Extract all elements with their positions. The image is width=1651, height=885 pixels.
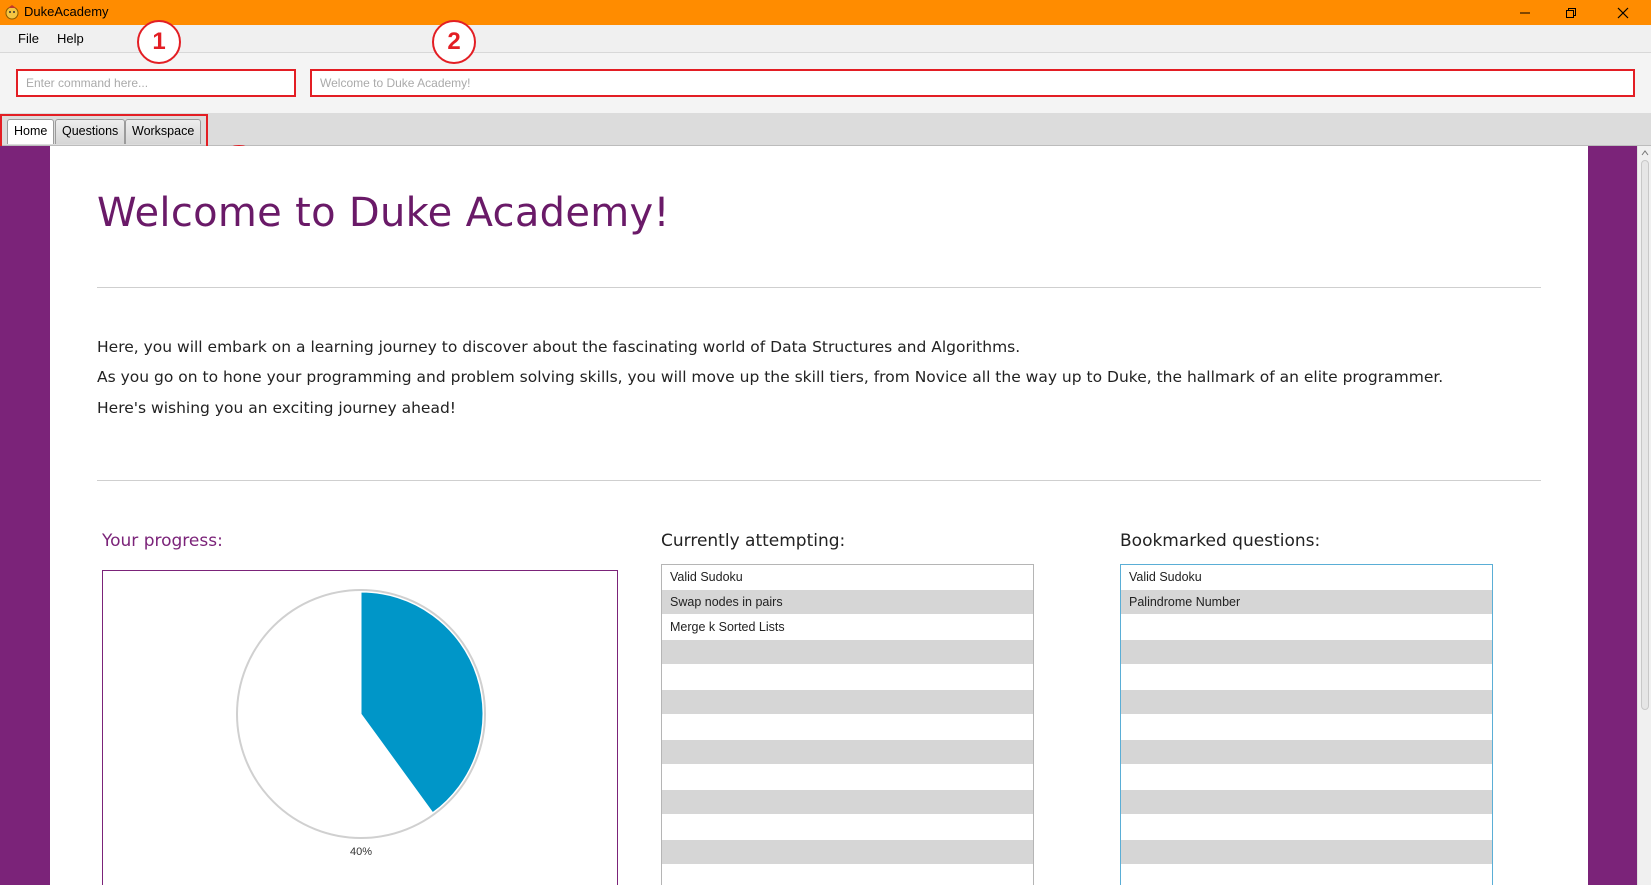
vertical-scrollbar[interactable] [1637, 146, 1651, 885]
list-item [662, 765, 1033, 790]
menu-help[interactable]: Help [57, 31, 84, 46]
list-item [1121, 665, 1492, 690]
duke-icon [5, 5, 19, 20]
window-title: DukeAcademy [24, 4, 109, 19]
menu-bar: File Help [0, 25, 1651, 53]
home-content: Welcome to Duke Academy! Here, you will … [0, 146, 1651, 885]
list-item [1121, 690, 1492, 715]
progress-chart: 40% [102, 570, 618, 885]
list-item [662, 640, 1033, 665]
annotation-2: 2 [432, 20, 476, 64]
page-title: Welcome to Duke Academy! [97, 190, 670, 236]
list-item [1121, 765, 1492, 790]
list-item[interactable]: Palindrome Number [1121, 590, 1492, 615]
list-item [662, 715, 1033, 740]
menu-file[interactable]: File [18, 31, 39, 46]
bookmarked-label: Bookmarked questions: [1120, 531, 1321, 551]
list-item [1121, 815, 1492, 840]
bookmarked-list[interactable]: Valid Sudoku Palindrome Number [1120, 564, 1493, 885]
close-button[interactable] [1600, 0, 1646, 25]
list-item [1121, 615, 1492, 640]
command-area: Welcome to Duke Academy! [0, 53, 1651, 113]
tab-bar: Home Questions Workspace [0, 113, 1651, 151]
command-input[interactable] [16, 69, 296, 97]
list-item [662, 840, 1033, 865]
intro-paragraph-2: As you go on to hone your programming an… [97, 368, 1444, 386]
result-display: Welcome to Duke Academy! [310, 69, 1635, 97]
restore-button[interactable] [1548, 0, 1594, 25]
list-item [1121, 840, 1492, 865]
attempting-label: Currently attempting: [661, 531, 846, 551]
title-bar: DukeAcademy [0, 0, 1651, 25]
list-item [1121, 790, 1492, 815]
list-item [662, 690, 1033, 715]
progress-label: Your progress: [102, 531, 223, 551]
restore-icon [1566, 7, 1576, 18]
list-item[interactable]: Swap nodes in pairs [662, 590, 1033, 615]
intro-paragraph-1: Here, you will embark on a learning jour… [97, 338, 1021, 356]
intro-paragraph-3: Here's wishing you an exciting journey a… [97, 399, 457, 417]
app-window: DukeAcademy File Help Welcome to Duke Ac… [0, 0, 1651, 885]
list-item [662, 865, 1033, 885]
close-icon [1617, 7, 1629, 18]
list-item [662, 665, 1033, 690]
list-item [1121, 715, 1492, 740]
list-item [1121, 865, 1492, 885]
attempting-list[interactable]: Valid Sudoku Swap nodes in pairs Merge k S… [661, 564, 1034, 885]
list-item[interactable]: Valid Sudoku [662, 565, 1033, 590]
list-item [662, 815, 1033, 840]
scroll-thumb[interactable] [1641, 160, 1649, 710]
list-item [662, 740, 1033, 765]
minimize-icon [1520, 12, 1530, 13]
progress-pie-chart [236, 589, 486, 839]
tab-home[interactable]: Home [7, 119, 55, 144]
divider-bottom [97, 480, 1541, 481]
tab-workspace[interactable]: Workspace [125, 119, 202, 144]
tab-questions[interactable]: Questions [55, 119, 126, 144]
list-item [1121, 640, 1492, 665]
list-item[interactable]: Merge k Sorted Lists [662, 615, 1033, 640]
list-item [1121, 740, 1492, 765]
annotation-1: 1 [137, 20, 181, 64]
list-item[interactable]: Valid Sudoku [1121, 565, 1492, 590]
home-panel: Welcome to Duke Academy! Here, you will … [50, 146, 1588, 885]
scroll-up-icon [1641, 150, 1649, 156]
minimize-button[interactable] [1502, 0, 1548, 25]
divider-top [97, 287, 1541, 288]
list-item [662, 790, 1033, 815]
pie-percent-label: 40% [349, 846, 373, 858]
